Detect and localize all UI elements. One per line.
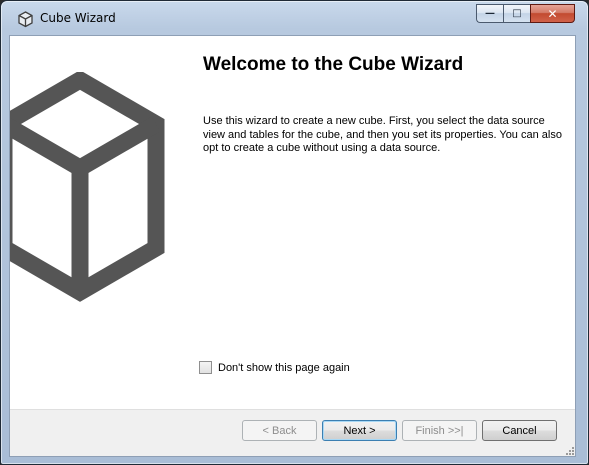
close-button[interactable]: ✕ — [530, 4, 575, 23]
wizard-window: Cube Wizard — □ ✕ Welcome to the Cube Wi… — [0, 0, 589, 465]
finish-button[interactable]: Finish >>| — [402, 420, 477, 441]
window-title: Cube Wizard — [40, 11, 116, 25]
dont-show-option[interactable]: Don't show this page again — [199, 361, 350, 374]
dont-show-checkbox[interactable] — [199, 361, 212, 374]
next-button[interactable]: Next > — [322, 420, 397, 441]
cube-icon — [18, 11, 33, 28]
minimize-icon: — — [485, 8, 495, 19]
maximize-icon: □ — [512, 8, 522, 19]
resize-grip-icon[interactable] — [564, 445, 574, 455]
back-button[interactable]: < Back — [242, 420, 317, 441]
wizard-page: Welcome to the Cube Wizard Use this wiza… — [9, 35, 576, 457]
maximize-button[interactable]: □ — [503, 4, 530, 23]
page-description: Use this wizard to create a new cube. Fi… — [203, 115, 562, 154]
cancel-button[interactable]: Cancel — [482, 420, 557, 441]
title-bar[interactable]: Cube Wizard — □ ✕ — [2, 2, 587, 35]
page-title: Welcome to the Cube Wizard — [203, 54, 464, 75]
caption-buttons: — □ ✕ — [476, 4, 575, 23]
dont-show-label[interactable]: Don't show this page again — [218, 362, 350, 374]
cube-illustration — [10, 72, 165, 302]
close-icon: ✕ — [547, 6, 558, 21]
minimize-button[interactable]: — — [476, 4, 503, 23]
button-bar: < Back Next > Finish >>| Cancel — [10, 409, 575, 456]
